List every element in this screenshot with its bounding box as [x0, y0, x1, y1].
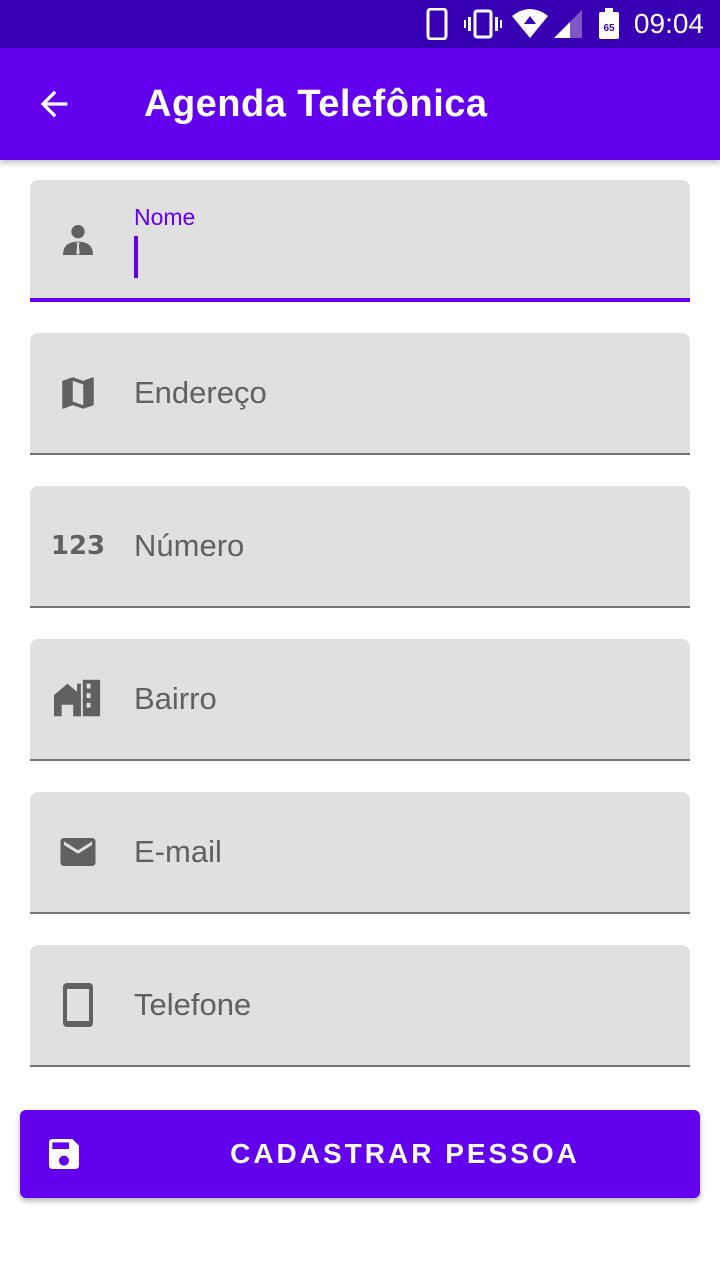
email-icon [60, 838, 96, 866]
text-cursor [134, 236, 138, 278]
telefone-field[interactable]: Telefone [30, 945, 690, 1067]
status-bar: 65 09:04 [0, 0, 720, 48]
numero-placeholder: Número [134, 528, 245, 563]
email-field[interactable]: E-mail [30, 792, 690, 914]
arrow-back-icon [40, 90, 68, 118]
person-icon [63, 225, 93, 255]
status-clock: 09:04 [633, 8, 704, 39]
numero-field[interactable]: 123 Número [30, 486, 690, 608]
back-button[interactable] [22, 72, 86, 136]
cadastrar-pessoa-button[interactable]: CADASTRAR PESSOA [20, 1110, 700, 1198]
nome-label: Nome [134, 204, 196, 230]
smartphone-icon [63, 983, 93, 1027]
map-icon [62, 377, 94, 409]
bairro-field[interactable]: Bairro [30, 639, 690, 761]
wifi-icon [512, 9, 548, 38]
cadastrar-pessoa-label: CADASTRAR PESSOA [230, 1138, 580, 1169]
battery-level-text: 65 [603, 23, 615, 34]
cell-signal-icon [554, 10, 582, 38]
location-city-icon [54, 679, 101, 717]
battery-icon: 65 [599, 8, 619, 39]
vibrate-icon [464, 9, 502, 39]
endereco-field[interactable]: Endereço [30, 333, 690, 455]
person-icon-wrap [54, 180, 102, 300]
app-bar: Agenda Telefônica [0, 48, 720, 160]
numbers-123-icon: 123 [50, 531, 106, 561]
page-title: Agenda Telefônica [144, 83, 488, 125]
email-placeholder: E-mail [134, 834, 222, 869]
telefone-placeholder: Telefone [134, 987, 252, 1022]
nome-field[interactable]: Nome [30, 180, 690, 302]
bairro-placeholder: Bairro [134, 681, 217, 716]
endereco-placeholder: Endereço [134, 375, 267, 410]
phone-icon [426, 8, 448, 40]
